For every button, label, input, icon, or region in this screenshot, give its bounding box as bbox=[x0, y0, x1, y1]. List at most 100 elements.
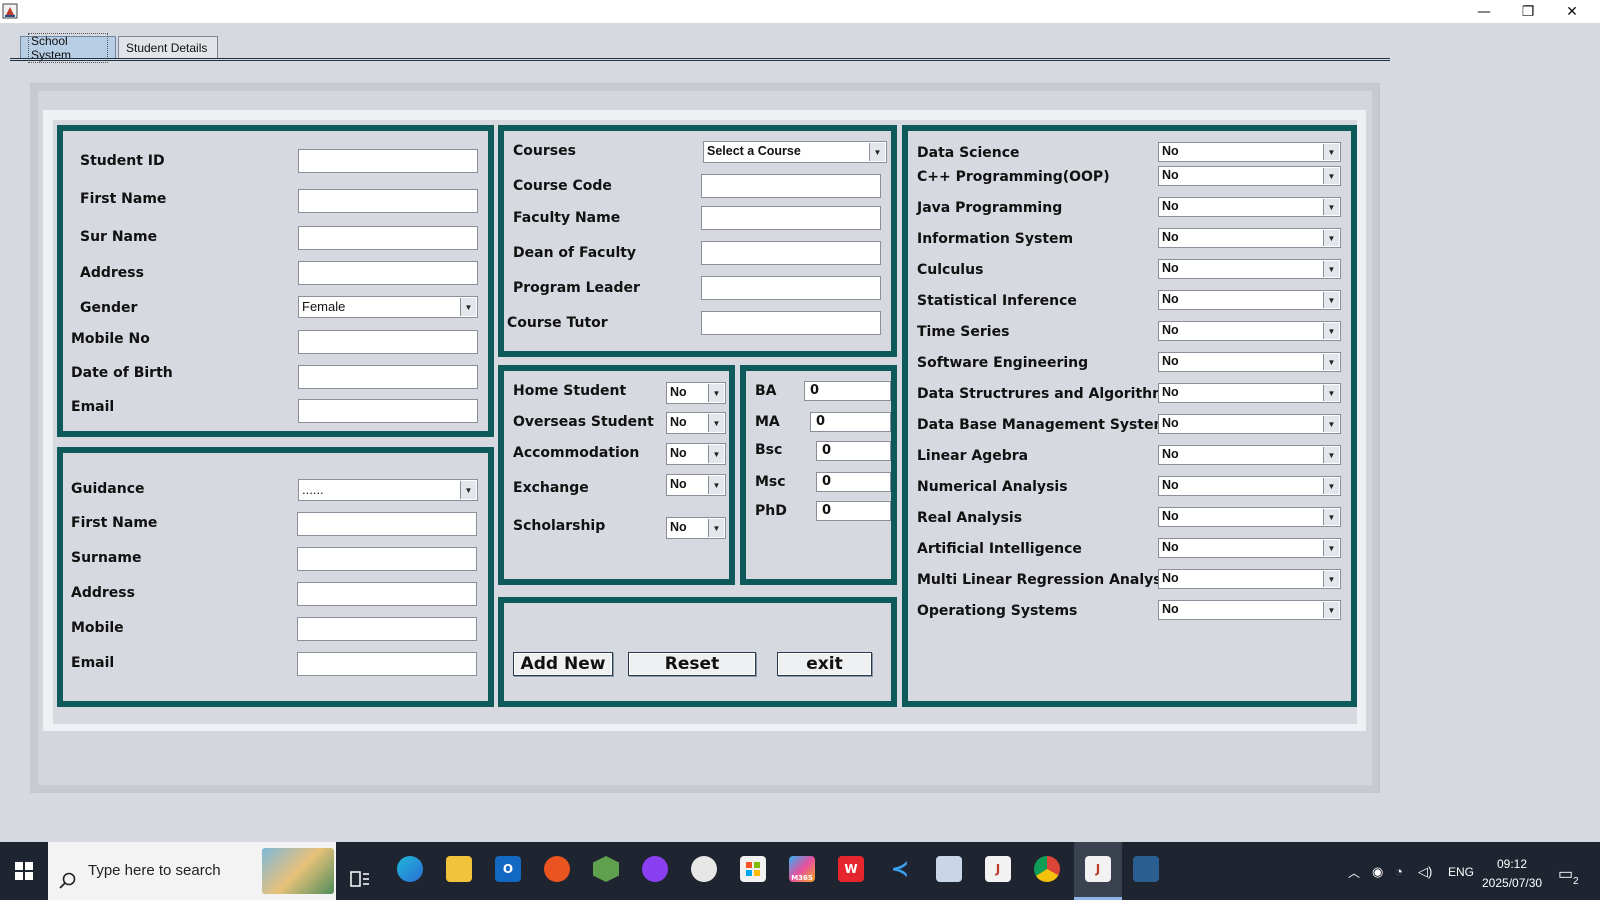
guidance-email-field[interactable] bbox=[297, 652, 477, 676]
subject-select[interactable]: No ▼ bbox=[1158, 538, 1341, 558]
subject-select[interactable]: No ▼ bbox=[1158, 228, 1341, 248]
close-button[interactable]: ✕ bbox=[1550, 0, 1594, 23]
network-icon[interactable]: ◔ bbox=[1395, 864, 1403, 879]
subject-select[interactable]: No ▼ bbox=[1158, 166, 1341, 186]
language-indicator[interactable]: ENG bbox=[1448, 865, 1474, 879]
box-icon[interactable] bbox=[936, 856, 962, 882]
ba-field[interactable]: 0 bbox=[804, 381, 891, 401]
phd-field[interactable]: 0 bbox=[816, 501, 891, 521]
gender-select[interactable]: Female ▼ bbox=[298, 296, 478, 318]
courses-select[interactable]: Select a Course ▼ bbox=[703, 141, 887, 163]
faculty-name-field[interactable] bbox=[701, 206, 881, 230]
subject-select[interactable]: No ▼ bbox=[1158, 600, 1341, 620]
subject-select[interactable]: No ▼ bbox=[1158, 142, 1341, 162]
bsc-field[interactable]: 0 bbox=[816, 441, 891, 461]
guidance-surname-field[interactable] bbox=[297, 547, 477, 571]
subject-select[interactable]: No ▼ bbox=[1158, 259, 1341, 279]
sur-name-field[interactable] bbox=[298, 226, 478, 250]
m365-icon[interactable]: M365 bbox=[789, 856, 815, 882]
chevron-down-icon[interactable]: ▼ bbox=[460, 481, 476, 499]
chevron-down-icon[interactable]: ▼ bbox=[1323, 144, 1339, 160]
java-app-icon[interactable]: J bbox=[1085, 856, 1111, 882]
program-leader-field[interactable] bbox=[701, 276, 881, 300]
add-new-button[interactable]: Add New bbox=[513, 652, 613, 676]
exchange-select[interactable]: No ▼ bbox=[666, 474, 726, 496]
dob-field[interactable] bbox=[298, 365, 478, 389]
first-name-field[interactable] bbox=[298, 189, 478, 213]
tab-school-system[interactable]: School System bbox=[20, 32, 116, 63]
mobile-no-field[interactable] bbox=[298, 330, 478, 354]
subject-select[interactable]: No ▼ bbox=[1158, 445, 1341, 465]
home-student-select[interactable]: No ▼ bbox=[666, 382, 726, 404]
chevron-down-icon[interactable]: ▼ bbox=[1323, 292, 1339, 308]
chevron-down-icon[interactable]: ▼ bbox=[708, 476, 724, 494]
scholarship-select[interactable]: No ▼ bbox=[666, 517, 726, 539]
start-button[interactable] bbox=[0, 842, 48, 900]
tray-chevron-up-icon[interactable]: ︿ bbox=[1348, 864, 1360, 881]
ubuntu-icon[interactable] bbox=[544, 856, 570, 882]
course-tutor-field[interactable] bbox=[701, 311, 881, 335]
chevron-down-icon[interactable]: ▼ bbox=[1323, 323, 1339, 339]
address-field[interactable] bbox=[298, 261, 478, 285]
chevron-down-icon[interactable]: ▼ bbox=[708, 519, 724, 537]
guidance-first-name-field[interactable] bbox=[297, 512, 477, 536]
outlook-icon[interactable]: O bbox=[495, 856, 521, 882]
minimize-button[interactable]: — bbox=[1462, 0, 1506, 23]
course-code-field[interactable] bbox=[701, 174, 881, 198]
chevron-down-icon[interactable]: ▼ bbox=[1323, 199, 1339, 215]
subject-select[interactable]: No ▼ bbox=[1158, 321, 1341, 341]
chevron-down-icon[interactable]: ▼ bbox=[708, 384, 724, 402]
student-id-field[interactable] bbox=[298, 149, 478, 173]
paint-icon[interactable] bbox=[691, 856, 717, 882]
clock-date[interactable]: 2025/07/30 bbox=[1482, 876, 1542, 890]
chevron-down-icon[interactable]: ▼ bbox=[1323, 571, 1339, 587]
file-explorer-icon[interactable] bbox=[446, 856, 472, 882]
chevron-down-icon[interactable]: ▼ bbox=[1323, 230, 1339, 246]
chevron-down-icon[interactable]: ▼ bbox=[460, 298, 476, 316]
chevron-down-icon[interactable]: ▼ bbox=[1323, 602, 1339, 618]
podcast-icon[interactable] bbox=[642, 856, 668, 882]
subject-select[interactable]: No ▼ bbox=[1158, 197, 1341, 217]
chevron-down-icon[interactable]: ▼ bbox=[1323, 478, 1339, 494]
chevron-down-icon[interactable]: ▼ bbox=[1323, 416, 1339, 432]
chevron-down-icon[interactable]: ▼ bbox=[1323, 354, 1339, 370]
email-field[interactable] bbox=[298, 399, 478, 423]
chevron-down-icon[interactable]: ▼ bbox=[708, 445, 724, 463]
wps-icon[interactable]: W bbox=[838, 856, 864, 882]
reset-button[interactable]: Reset bbox=[628, 652, 756, 676]
subject-select[interactable]: No ▼ bbox=[1158, 383, 1341, 403]
chevron-down-icon[interactable]: ▼ bbox=[1323, 509, 1339, 525]
subject-select[interactable]: No ▼ bbox=[1158, 290, 1341, 310]
chevron-down-icon[interactable]: ▼ bbox=[708, 414, 724, 432]
mysql-icon[interactable] bbox=[1133, 856, 1159, 882]
clock-time[interactable]: 09:12 bbox=[1497, 857, 1527, 871]
guidance-mobile-field[interactable] bbox=[297, 617, 477, 641]
subject-select[interactable]: No ▼ bbox=[1158, 476, 1341, 496]
subject-select[interactable]: No ▼ bbox=[1158, 352, 1341, 372]
chevron-down-icon[interactable]: ▼ bbox=[1323, 385, 1339, 401]
chevron-down-icon[interactable]: ▼ bbox=[1323, 447, 1339, 463]
ma-field[interactable]: 0 bbox=[810, 412, 891, 432]
exit-button[interactable]: exit bbox=[777, 652, 872, 676]
tab-student-details[interactable]: Student Details bbox=[118, 36, 218, 59]
task-view-icon[interactable] bbox=[350, 870, 370, 888]
store-icon[interactable] bbox=[740, 856, 766, 882]
chevron-down-icon[interactable]: ▼ bbox=[1323, 168, 1339, 184]
java-icon[interactable]: J bbox=[985, 856, 1011, 882]
notification-icon[interactable]: ▭ bbox=[1558, 864, 1573, 884]
subject-select[interactable]: No ▼ bbox=[1158, 414, 1341, 434]
accommodation-select[interactable]: No ▼ bbox=[666, 443, 726, 465]
volume-icon[interactable]: ◁) bbox=[1418, 864, 1432, 880]
dean-field[interactable] bbox=[701, 241, 881, 265]
guidance-select[interactable]: ...... ▼ bbox=[298, 479, 478, 501]
chevron-down-icon[interactable]: ▼ bbox=[869, 143, 885, 161]
subject-select[interactable]: No ▼ bbox=[1158, 507, 1341, 527]
restore-button[interactable]: ❐ bbox=[1506, 0, 1550, 23]
meet-now-icon[interactable]: ◉ bbox=[1372, 864, 1383, 880]
chrome-icon[interactable] bbox=[1034, 856, 1060, 882]
guidance-address-field[interactable] bbox=[297, 582, 477, 606]
chevron-down-icon[interactable]: ▼ bbox=[1323, 261, 1339, 277]
subject-select[interactable]: No ▼ bbox=[1158, 569, 1341, 589]
chevron-down-icon[interactable]: ▼ bbox=[1323, 540, 1339, 556]
edge-icon[interactable] bbox=[397, 856, 423, 882]
